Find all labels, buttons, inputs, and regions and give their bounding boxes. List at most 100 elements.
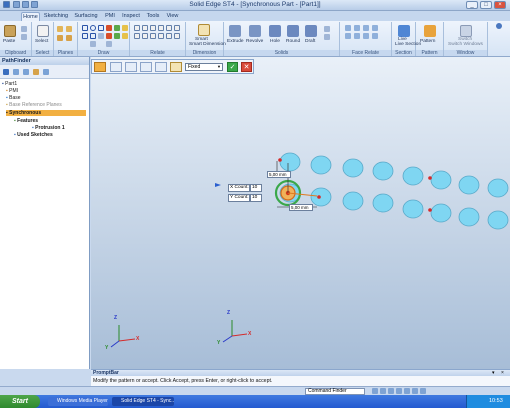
zoom-icon[interactable] (380, 388, 386, 394)
pattern-disk[interactable] (342, 158, 364, 178)
pattern-disk[interactable] (372, 161, 394, 181)
tree-item-used-sketches[interactable]: ▪ Used Sketches (14, 132, 53, 138)
pattern-handle[interactable] (428, 176, 432, 180)
pattern-disk[interactable] (372, 193, 394, 213)
fixed-option-icon[interactable] (140, 62, 152, 72)
accept-button[interactable]: ✓ (227, 62, 238, 72)
lock-icon[interactable] (158, 33, 164, 39)
relationship-handles-icon[interactable] (174, 33, 180, 39)
face-parallel-icon[interactable] (354, 25, 360, 31)
close-button[interactable]: × (494, 1, 506, 9)
rigid-icon[interactable] (166, 33, 172, 39)
tab-view[interactable]: View (164, 12, 181, 21)
face-symmetric-icon[interactable] (354, 33, 360, 39)
extrude-icon[interactable] (229, 25, 241, 37)
pattern-disk[interactable] (430, 170, 452, 190)
taskbar-item-media-player[interactable]: Windows Media Player (48, 397, 108, 406)
collinear-icon[interactable] (134, 33, 140, 39)
tree-item-protrusion[interactable]: ▪ Protrusion 1 (32, 125, 65, 131)
graphics-window[interactable]: Z X Y Z X Y X Count: 10 Y Count: 10 5,00… (91, 57, 510, 369)
face-tangent-icon[interactable] (363, 33, 369, 39)
prompt-bar-menu-icon[interactable]: ▾ (492, 371, 499, 376)
reference-point-icon[interactable] (170, 62, 182, 72)
switch-windows-icon[interactable] (460, 25, 472, 37)
fill-option-icon[interactable] (125, 62, 137, 72)
x-count-input[interactable]: 10 (250, 184, 262, 192)
face-concentric-icon[interactable] (345, 33, 351, 39)
minimize-button[interactable]: _ (466, 1, 478, 9)
tangent-icon[interactable] (150, 25, 156, 31)
fit-icon[interactable] (388, 388, 394, 394)
thin-wall-icon[interactable] (324, 26, 330, 32)
round-icon[interactable] (287, 25, 299, 37)
parallel-icon[interactable] (166, 25, 172, 31)
tab-inspect[interactable]: Inspect (120, 12, 142, 21)
concentric-icon[interactable] (142, 33, 148, 39)
chamfer-icon[interactable] (106, 33, 112, 39)
tab-sketching[interactable]: Sketching (42, 12, 70, 21)
view-orientation-icon[interactable] (412, 388, 418, 394)
taskbar-item-solid-edge[interactable]: Solid Edge ST4 - Sync... (112, 397, 174, 406)
pathfinder-features-icon[interactable] (13, 69, 19, 75)
direction-arrow-icon[interactable] (215, 183, 221, 187)
point-icon[interactable] (98, 33, 104, 39)
y-count-input[interactable]: 10 (250, 194, 262, 202)
prompt-bar-close-icon[interactable]: × (501, 371, 508, 376)
pathfinder-part-icon[interactable] (3, 69, 9, 75)
paste-icon[interactable] (4, 25, 16, 37)
pathfinder-family-icon[interactable] (43, 69, 49, 75)
move-icon[interactable] (90, 41, 96, 47)
command-finder-input[interactable]: Command Finder (305, 388, 365, 395)
tab-tools[interactable]: Tools (144, 12, 162, 21)
rotate-view-icon[interactable] (404, 388, 410, 394)
rectangle-icon[interactable] (98, 25, 104, 31)
pattern-icon[interactable] (424, 25, 436, 37)
pattern-handle[interactable] (278, 158, 282, 162)
tab-home[interactable]: Home (21, 12, 40, 21)
pattern-mode-select[interactable]: Fixed ▼ (185, 63, 223, 71)
smart-dimension-icon[interactable] (198, 24, 210, 36)
pattern-disk[interactable] (487, 178, 509, 198)
pattern-handle[interactable] (317, 195, 321, 199)
pattern-disk[interactable] (458, 207, 480, 227)
coincident-plane-icon[interactable] (66, 26, 72, 32)
horizontal-spacing-dimension[interactable]: 5,00 mm (289, 204, 313, 211)
cut-icon[interactable] (21, 26, 27, 32)
add-body-icon[interactable] (324, 34, 330, 40)
parallel-plane-icon[interactable] (57, 35, 63, 41)
revolve-icon[interactable] (249, 25, 261, 37)
pattern-handle[interactable] (428, 208, 432, 212)
tab-surfacing[interactable]: Surfacing (72, 12, 100, 21)
stagger-option-icon[interactable] (155, 62, 167, 72)
cancel-button[interactable]: ✕ (241, 62, 252, 72)
extend-icon[interactable] (114, 33, 120, 39)
pattern-disk[interactable] (487, 210, 509, 230)
tree-item-part1[interactable]: ▪ Part1 (2, 81, 17, 87)
pattern-disk[interactable] (310, 155, 332, 175)
pattern-disk[interactable] (402, 166, 424, 186)
coplanar-icon[interactable] (345, 25, 351, 31)
pattern-disk[interactable] (430, 203, 452, 223)
symmetric-icon[interactable] (150, 33, 156, 39)
face-equal-radius-icon[interactable] (372, 33, 378, 39)
connect-icon[interactable] (134, 25, 140, 31)
start-button[interactable]: Start (0, 395, 40, 408)
pattern-disk[interactable] (279, 152, 301, 172)
angled-plane-icon[interactable] (66, 35, 72, 41)
pattern-disk[interactable] (342, 191, 364, 211)
rotate-icon[interactable] (106, 41, 112, 47)
hole-icon[interactable] (269, 25, 281, 37)
circle-icon[interactable] (90, 25, 96, 31)
tree-item-base-reference-planes[interactable]: ▪ Base Reference Planes (6, 102, 62, 108)
rectangular-pattern-icon[interactable] (94, 62, 106, 72)
horizontal-icon[interactable] (142, 25, 148, 31)
zoom-area-icon[interactable] (372, 388, 378, 394)
tree-item-pmi[interactable]: ▪ PMI (6, 88, 18, 94)
face-perpendicular-icon[interactable] (363, 25, 369, 31)
copy-icon[interactable] (21, 34, 27, 40)
maximize-button[interactable]: □ (480, 1, 492, 9)
select-arrow-icon[interactable] (37, 25, 49, 37)
perpendicular-icon[interactable] (174, 25, 180, 31)
mirror-icon[interactable] (122, 33, 128, 39)
help-icon[interactable] (496, 23, 502, 29)
